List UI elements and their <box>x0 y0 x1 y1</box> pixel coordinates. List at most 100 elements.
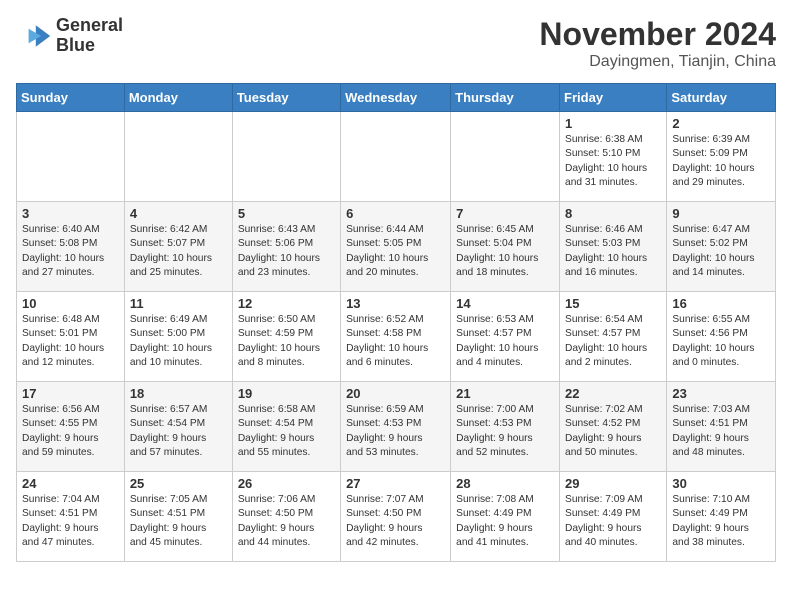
day-number: 11 <box>130 296 227 311</box>
calendar-cell <box>341 112 451 202</box>
calendar-cell: 22 Sunrise: 7:02 AM Sunset: 4:52 PM Dayli… <box>560 382 667 472</box>
day-info: Sunrise: 6:52 AM Sunset: 4:58 PM Dayligh… <box>346 313 445 370</box>
day-info: Sunrise: 7:09 AM Sunset: 4:49 PM Dayligh… <box>565 493 661 550</box>
calendar-cell: 19 Sunrise: 6:58 AM Sunset: 4:54 PM Dayli… <box>232 382 340 472</box>
day-info: Sunrise: 7:03 AM Sunset: 4:51 PM Dayligh… <box>672 403 770 460</box>
calendar-week-row: 3 Sunrise: 6:40 AM Sunset: 5:08 PM Daylig… <box>17 202 776 292</box>
day-info: Sunrise: 6:45 AM Sunset: 5:04 PM Dayligh… <box>456 223 554 280</box>
day-number: 3 <box>22 206 119 221</box>
day-info: Sunrise: 6:48 AM Sunset: 5:01 PM Dayligh… <box>22 313 119 370</box>
weekday-header-cell: Saturday <box>667 84 776 112</box>
day-number: 7 <box>456 206 554 221</box>
day-info: Sunrise: 6:59 AM Sunset: 4:53 PM Dayligh… <box>346 403 445 460</box>
day-info: Sunrise: 6:44 AM Sunset: 5:05 PM Dayligh… <box>346 223 445 280</box>
calendar-body: 1 Sunrise: 6:38 AM Sunset: 5:10 PM Daylig… <box>17 112 776 562</box>
day-info: Sunrise: 7:04 AM Sunset: 4:51 PM Dayligh… <box>22 493 119 550</box>
weekday-header-cell: Sunday <box>17 84 125 112</box>
day-info: Sunrise: 6:58 AM Sunset: 4:54 PM Dayligh… <box>238 403 335 460</box>
logo-line2: Blue <box>56 36 123 56</box>
day-number: 10 <box>22 296 119 311</box>
calendar-cell: 7 Sunrise: 6:45 AM Sunset: 5:04 PM Daylig… <box>451 202 560 292</box>
day-info: Sunrise: 6:56 AM Sunset: 4:55 PM Dayligh… <box>22 403 119 460</box>
day-info: Sunrise: 6:38 AM Sunset: 5:10 PM Dayligh… <box>565 133 661 190</box>
day-info: Sunrise: 7:08 AM Sunset: 4:49 PM Dayligh… <box>456 493 554 550</box>
day-number: 26 <box>238 476 335 491</box>
calendar-cell: 3 Sunrise: 6:40 AM Sunset: 5:08 PM Daylig… <box>17 202 125 292</box>
weekday-header-cell: Thursday <box>451 84 560 112</box>
weekday-header-cell: Tuesday <box>232 84 340 112</box>
day-number: 29 <box>565 476 661 491</box>
day-info: Sunrise: 6:40 AM Sunset: 5:08 PM Dayligh… <box>22 223 119 280</box>
day-info: Sunrise: 7:07 AM Sunset: 4:50 PM Dayligh… <box>346 493 445 550</box>
calendar-cell: 6 Sunrise: 6:44 AM Sunset: 5:05 PM Daylig… <box>341 202 451 292</box>
day-info: Sunrise: 7:02 AM Sunset: 4:52 PM Dayligh… <box>565 403 661 460</box>
logo-text: General Blue <box>56 16 123 56</box>
day-number: 23 <box>672 386 770 401</box>
calendar-cell: 18 Sunrise: 6:57 AM Sunset: 4:54 PM Dayli… <box>124 382 232 472</box>
day-number: 1 <box>565 116 661 131</box>
day-number: 15 <box>565 296 661 311</box>
day-info: Sunrise: 7:05 AM Sunset: 4:51 PM Dayligh… <box>130 493 227 550</box>
logo-line1: General <box>56 16 123 36</box>
day-info: Sunrise: 6:47 AM Sunset: 5:02 PM Dayligh… <box>672 223 770 280</box>
day-info: Sunrise: 6:43 AM Sunset: 5:06 PM Dayligh… <box>238 223 335 280</box>
calendar-week-row: 24 Sunrise: 7:04 AM Sunset: 4:51 PM Dayli… <box>17 472 776 562</box>
weekday-header-row: SundayMondayTuesdayWednesdayThursdayFrid… <box>17 84 776 112</box>
calendar-cell <box>232 112 340 202</box>
calendar-cell: 24 Sunrise: 7:04 AM Sunset: 4:51 PM Dayli… <box>17 472 125 562</box>
calendar-cell: 13 Sunrise: 6:52 AM Sunset: 4:58 PM Dayli… <box>341 292 451 382</box>
logo: General Blue <box>16 16 123 56</box>
month-title: November 2024 <box>539 16 776 53</box>
day-info: Sunrise: 6:39 AM Sunset: 5:09 PM Dayligh… <box>672 133 770 190</box>
calendar-cell: 9 Sunrise: 6:47 AM Sunset: 5:02 PM Daylig… <box>667 202 776 292</box>
day-number: 22 <box>565 386 661 401</box>
calendar-cell <box>451 112 560 202</box>
title-block: November 2024 Dayingmen, Tianjin, China <box>539 16 776 71</box>
day-number: 19 <box>238 386 335 401</box>
calendar-cell: 10 Sunrise: 6:48 AM Sunset: 5:01 PM Dayli… <box>17 292 125 382</box>
calendar-cell: 5Sunrise: 6:43 AM Sunset: 5:06 PM Daylig… <box>232 202 340 292</box>
day-number: 28 <box>456 476 554 491</box>
calendar-week-row: 10 Sunrise: 6:48 AM Sunset: 5:01 PM Dayli… <box>17 292 776 382</box>
day-number: 24 <box>22 476 119 491</box>
day-number: 18 <box>130 386 227 401</box>
calendar-cell: 8 Sunrise: 6:46 AM Sunset: 5:03 PM Daylig… <box>560 202 667 292</box>
calendar-cell: 17Sunrise: 6:56 AM Sunset: 4:55 PM Dayli… <box>17 382 125 472</box>
calendar-cell: 23 Sunrise: 7:03 AM Sunset: 4:51 PM Dayli… <box>667 382 776 472</box>
page: General Blue November 2024 Dayingmen, Ti… <box>0 0 792 578</box>
day-number: 12 <box>238 296 335 311</box>
day-number: 13 <box>346 296 445 311</box>
header: General Blue November 2024 Dayingmen, Ti… <box>16 16 776 71</box>
weekday-header-cell: Friday <box>560 84 667 112</box>
calendar-cell: 20 Sunrise: 6:59 AM Sunset: 4:53 PM Dayli… <box>341 382 451 472</box>
calendar-cell: 26 Sunrise: 7:06 AM Sunset: 4:50 PM Dayli… <box>232 472 340 562</box>
weekday-header-cell: Wednesday <box>341 84 451 112</box>
location: Dayingmen, Tianjin, China <box>539 53 776 71</box>
day-info: Sunrise: 7:00 AM Sunset: 4:53 PM Dayligh… <box>456 403 554 460</box>
day-info: Sunrise: 6:46 AM Sunset: 5:03 PM Dayligh… <box>565 223 661 280</box>
calendar-cell: 30 Sunrise: 7:10 AM Sunset: 4:49 PM Dayli… <box>667 472 776 562</box>
calendar: SundayMondayTuesdayWednesdayThursdayFrid… <box>16 83 776 562</box>
day-info: Sunrise: 6:53 AM Sunset: 4:57 PM Dayligh… <box>456 313 554 370</box>
logo-icon <box>16 18 52 54</box>
day-number: 30 <box>672 476 770 491</box>
day-info: Sunrise: 6:57 AM Sunset: 4:54 PM Dayligh… <box>130 403 227 460</box>
calendar-cell: 28 Sunrise: 7:08 AM Sunset: 4:49 PM Dayli… <box>451 472 560 562</box>
day-number: 20 <box>346 386 445 401</box>
day-number: 4 <box>130 206 227 221</box>
calendar-cell: 12 Sunrise: 6:50 AM Sunset: 4:59 PM Dayli… <box>232 292 340 382</box>
day-number: 8 <box>565 206 661 221</box>
day-number: 6 <box>346 206 445 221</box>
day-number: 27 <box>346 476 445 491</box>
day-info: Sunrise: 7:10 AM Sunset: 4:49 PM Dayligh… <box>672 493 770 550</box>
day-number: 21 <box>456 386 554 401</box>
calendar-cell: 27 Sunrise: 7:07 AM Sunset: 4:50 PM Dayli… <box>341 472 451 562</box>
calendar-cell: 1 Sunrise: 6:38 AM Sunset: 5:10 PM Daylig… <box>560 112 667 202</box>
day-info: Sunrise: 7:06 AM Sunset: 4:50 PM Dayligh… <box>238 493 335 550</box>
calendar-cell: 11Sunrise: 6:49 AM Sunset: 5:00 PM Dayli… <box>124 292 232 382</box>
calendar-cell: 15Sunrise: 6:54 AM Sunset: 4:57 PM Dayli… <box>560 292 667 382</box>
day-info: Sunrise: 6:55 AM Sunset: 4:56 PM Dayligh… <box>672 313 770 370</box>
calendar-cell: 16Sunrise: 6:55 AM Sunset: 4:56 PM Dayli… <box>667 292 776 382</box>
day-number: 9 <box>672 206 770 221</box>
day-info: Sunrise: 6:50 AM Sunset: 4:59 PM Dayligh… <box>238 313 335 370</box>
